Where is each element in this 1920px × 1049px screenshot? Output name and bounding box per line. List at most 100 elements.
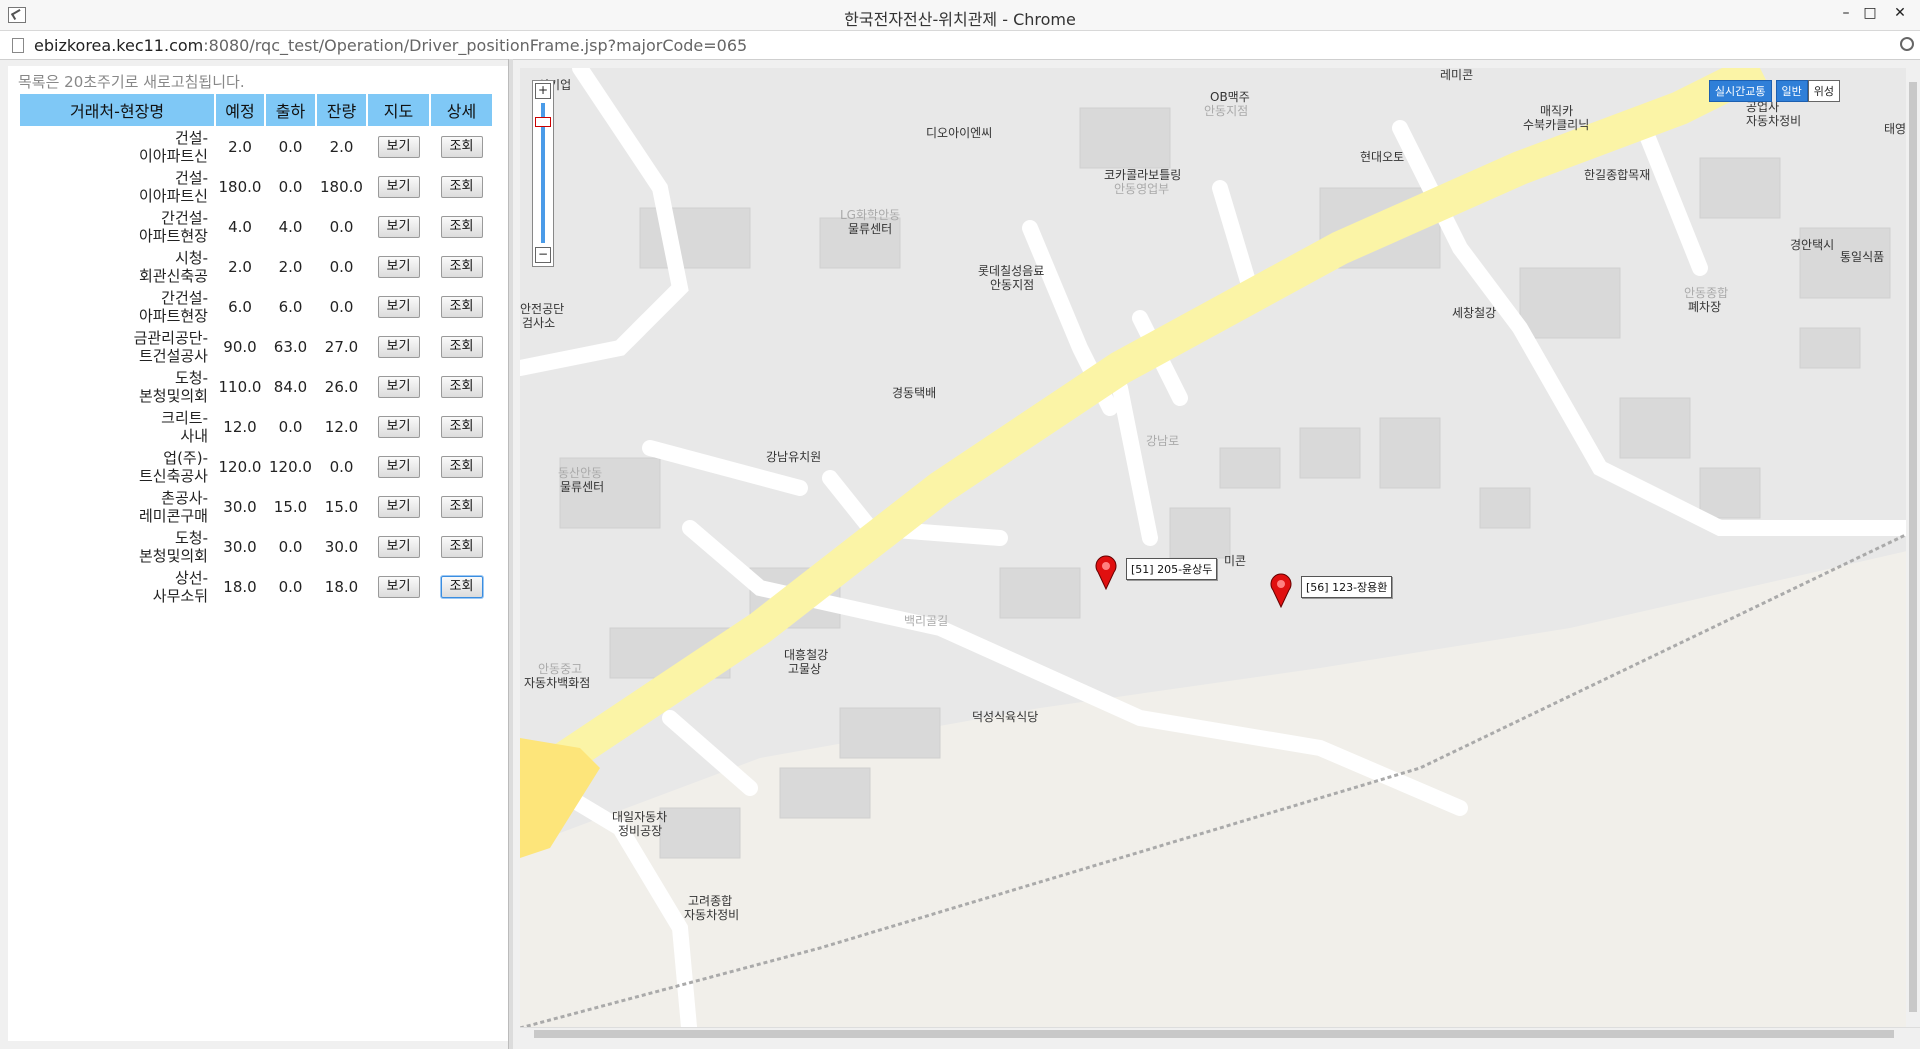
- zoom-slider-knob[interactable]: [535, 117, 551, 127]
- detail-cell: 조회: [431, 368, 492, 406]
- map-label: 물류센터: [560, 480, 605, 494]
- close-button[interactable]: ✕: [1886, 2, 1914, 24]
- shipped-cell: 84.0: [273, 378, 308, 396]
- shipped-cell: 63.0: [273, 338, 308, 356]
- remaining-cell: 27.0: [324, 338, 359, 356]
- view-map-button[interactable]: 보기: [377, 456, 420, 478]
- map-view[interactable]: 신기업 레미콘 OB맥주 안동지점 디오아이엔씨 매직카 수북카클리닉 공업사 …: [520, 68, 1920, 1038]
- site-table: 거래처-현장명 예정 출하 잔량 지도 상세 건설- 이아파트신 2.0 0.0 2.0…: [18, 92, 494, 608]
- map-label: 동산안동: [558, 466, 603, 480]
- normal-map-button[interactable]: 일반: [1775, 80, 1808, 102]
- map-label: 폐차장: [1688, 300, 1722, 314]
- zoom-control[interactable]: + −: [532, 80, 554, 267]
- table-row: 시청- 회관신축공 2.0 2.0 0.0 보기 조회: [20, 248, 492, 286]
- client-name: 시청-: [174, 249, 208, 267]
- scrollbar-thumb[interactable]: [534, 1030, 1894, 1038]
- detail-button[interactable]: 조회: [440, 536, 483, 558]
- shipped-cell: 2.0: [278, 258, 303, 276]
- detail-button[interactable]: 조회: [440, 496, 483, 518]
- site-name: 트신축공사: [138, 467, 208, 485]
- marker-label[interactable]: [51] 205-윤상두: [1126, 558, 1218, 580]
- table-row: 도청- 본청및의회 110.0 84.0 26.0 보기 조회: [20, 368, 492, 406]
- map-label: 롯데칠성음료: [978, 264, 1045, 278]
- scrollbar-thumb[interactable]: [1909, 82, 1917, 1012]
- detail-button[interactable]: 조회: [440, 216, 483, 238]
- view-map-button[interactable]: 보기: [377, 416, 420, 438]
- site-name-cell: 업(주)- 트신축공사: [20, 448, 214, 486]
- address-bar[interactable]: ebizkorea.kec11.com:8080/rqc_test/Operat…: [0, 31, 1920, 60]
- view-map-button[interactable]: 보기: [377, 536, 420, 558]
- site-name: 본청및의회: [138, 387, 208, 405]
- map-label: 안전공단: [520, 302, 565, 316]
- map-marker-pin-icon[interactable]: [1269, 572, 1293, 608]
- map-label: 한길종합목재: [1584, 168, 1651, 182]
- frame-divider[interactable]: [508, 59, 513, 1049]
- detail-cell: 조회: [431, 408, 492, 446]
- location-icon[interactable]: [1900, 37, 1914, 51]
- satellite-map-button[interactable]: 위성: [1807, 80, 1840, 102]
- url-text[interactable]: ebizkorea.kec11.com:8080/rqc_test/Operat…: [34, 36, 747, 55]
- detail-button[interactable]: 조회: [440, 176, 483, 198]
- detail-button[interactable]: 조회: [440, 136, 483, 158]
- map-label: 강남유치원: [766, 450, 822, 464]
- maximize-button[interactable]: □: [1856, 2, 1884, 24]
- table-row: 금관리공단- 트건설공사 90.0 63.0 27.0 보기 조회: [20, 328, 492, 366]
- map-label: 경동택배: [892, 386, 937, 400]
- detail-button[interactable]: 조회: [440, 576, 483, 598]
- table-row: 건설- 이아파트신 180.0 0.0 180.0 보기 조회: [20, 168, 492, 206]
- view-map-button[interactable]: 보기: [377, 296, 420, 318]
- detail-button[interactable]: 조회: [440, 456, 483, 478]
- site-name: 사무소뒤: [152, 587, 208, 605]
- marker-label[interactable]: [56] 123-장용환: [1301, 576, 1393, 598]
- view-map-button[interactable]: 보기: [377, 376, 420, 398]
- view-map-button[interactable]: 보기: [377, 136, 420, 158]
- site-name: 아파트현장: [138, 227, 208, 245]
- page-icon: [12, 38, 24, 53]
- detail-button[interactable]: 조회: [440, 416, 483, 438]
- view-map-button[interactable]: 보기: [377, 176, 420, 198]
- site-name: 트건설공사: [138, 347, 208, 365]
- view-map-button[interactable]: 보기: [377, 256, 420, 278]
- vertical-scrollbar[interactable]: [1906, 68, 1920, 1027]
- detail-button[interactable]: 조회: [440, 376, 483, 398]
- map-cell: 보기: [368, 408, 429, 446]
- map-label: 대일자동차: [612, 810, 668, 824]
- remaining-cell: 2.0: [329, 138, 354, 156]
- view-map-button[interactable]: 보기: [377, 216, 420, 238]
- client-name: 도청-: [174, 529, 208, 547]
- detail-button[interactable]: 조회: [440, 336, 483, 358]
- client-name: 금관리공단-: [133, 329, 208, 347]
- zoom-in-button[interactable]: +: [535, 83, 551, 99]
- remaining-cell: 18.0: [324, 578, 359, 596]
- plan-cell: 12.0: [223, 418, 257, 436]
- horizontal-scrollbar[interactable]: [520, 1027, 1920, 1040]
- zoom-out-button[interactable]: −: [535, 247, 551, 263]
- map-label: 자동차정비: [684, 908, 740, 922]
- site-name: 이아파트신: [138, 187, 208, 205]
- site-name-cell: 크리트- 사내: [20, 408, 214, 446]
- shipped-cell: 0.0: [278, 418, 303, 436]
- shipped-cell: 0.0: [278, 578, 303, 596]
- client-name: 간건설-: [161, 209, 208, 227]
- view-map-button[interactable]: 보기: [377, 336, 420, 358]
- remaining-cell: 0.0: [329, 218, 354, 236]
- map-cell: 보기: [368, 288, 429, 326]
- view-map-button[interactable]: 보기: [377, 496, 420, 518]
- map-cell: 보기: [368, 488, 429, 526]
- map-cell: 보기: [368, 128, 429, 166]
- map-marker-pin-icon[interactable]: [1094, 554, 1118, 590]
- detail-cell: 조회: [431, 448, 492, 486]
- window-title: 한국전자전산-위치관제 - Chrome: [844, 10, 1076, 29]
- map-label: 자동차백화점: [524, 676, 591, 690]
- detail-button[interactable]: 조회: [440, 256, 483, 278]
- detail-button[interactable]: 조회: [440, 296, 483, 318]
- site-name-cell: 촌공사- 레미콘구매: [20, 488, 214, 526]
- map-label: 덕성식육식당: [972, 710, 1039, 724]
- map-label: 현대오토: [1360, 150, 1405, 164]
- map-label: 코카콜라보틀링: [1104, 168, 1182, 182]
- plan-cell: 4.0: [228, 218, 252, 236]
- header-map: 지도: [368, 94, 429, 126]
- view-map-button[interactable]: 보기: [377, 576, 420, 598]
- shipped-cell: 0.0: [278, 538, 303, 556]
- traffic-toggle[interactable]: 실시간교통: [1708, 80, 1772, 102]
